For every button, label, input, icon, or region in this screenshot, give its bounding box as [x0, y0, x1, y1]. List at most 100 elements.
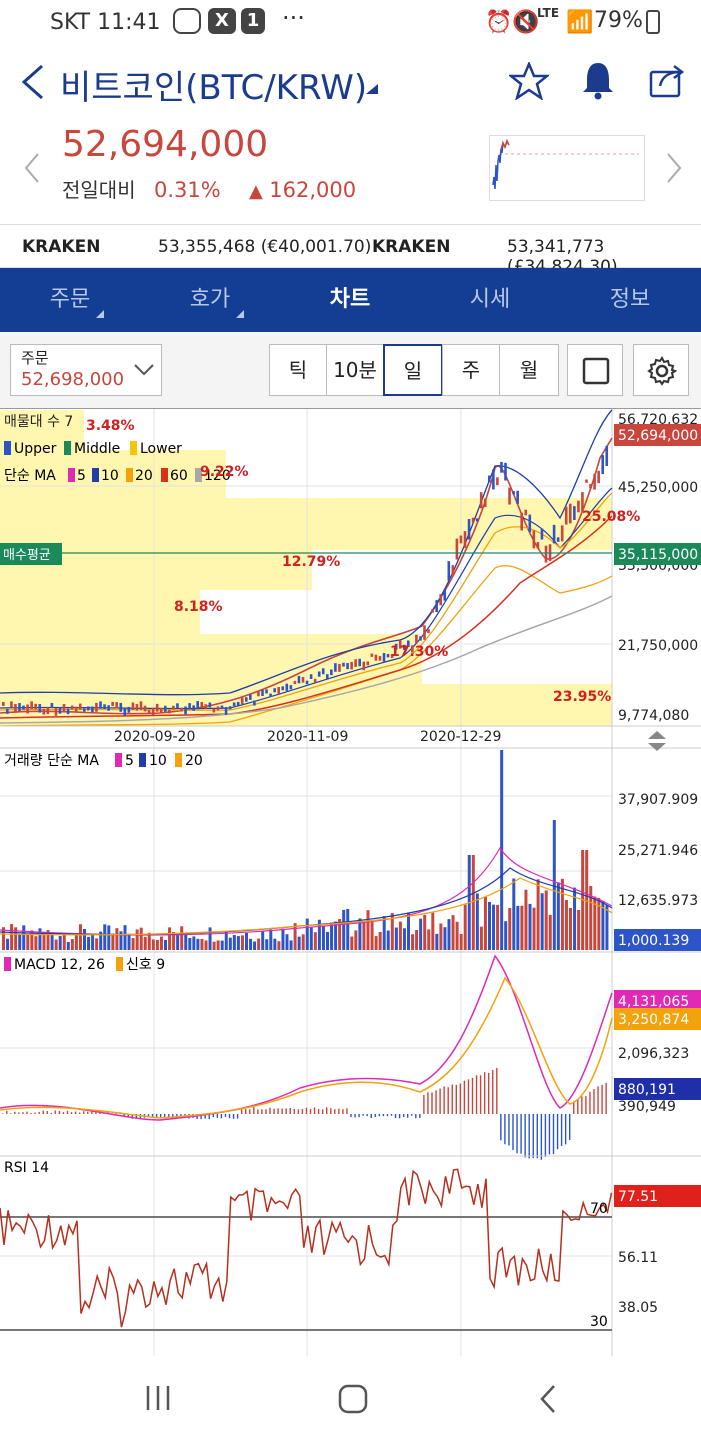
macd-bar [305, 1107, 308, 1114]
macd-bar [62, 1112, 65, 1114]
candle [492, 469, 495, 490]
tab-chart[interactable]: 차트 [280, 268, 420, 332]
macd-bar [415, 1114, 417, 1119]
volume-bar [18, 934, 22, 950]
volume-bar [334, 921, 338, 950]
rsi-line [0, 1168, 613, 1328]
macd-bar [46, 1111, 48, 1114]
candle [87, 706, 90, 711]
back-nav-icon[interactable] [538, 1384, 558, 1414]
period-10min[interactable]: 10분 [326, 344, 384, 396]
bell-icon[interactable] [580, 60, 616, 100]
candle [62, 704, 66, 712]
share-icon[interactable] [648, 62, 686, 98]
vp-pct-2: 9.22% [200, 464, 249, 480]
candle [26, 704, 29, 714]
chart-controls: 주문 52,698,000 틱 10분 일 주 월 [0, 332, 701, 408]
period-month[interactable]: 월 [499, 344, 559, 396]
volume-bar [240, 935, 244, 950]
macd-bar [585, 1096, 587, 1114]
period-day[interactable]: 일 [383, 344, 443, 396]
y-tick: 2,096,323 [618, 1046, 689, 1062]
macd-bar [245, 1108, 247, 1114]
candle [313, 678, 317, 683]
volume-bar [103, 924, 107, 950]
candle [528, 514, 532, 533]
macd-bar [289, 1107, 291, 1114]
candle [103, 704, 106, 710]
volume-bar [301, 934, 305, 950]
candle [50, 702, 54, 708]
volume-bar [107, 925, 111, 950]
gear-icon [647, 356, 677, 386]
back-icon[interactable] [18, 64, 48, 100]
mini-chart[interactable] [489, 135, 645, 201]
fullscreen-button[interactable] [567, 344, 623, 396]
macd-bar [240, 1108, 243, 1114]
candle [382, 653, 386, 662]
candle [552, 524, 556, 544]
x-badge-icon: X [208, 8, 236, 34]
next-icon[interactable] [664, 152, 684, 184]
macd-legend: MACD 12, 26 신호 9 [4, 957, 165, 973]
tab-label: 호가 [189, 287, 231, 312]
chart-area[interactable]: 매수평균 매물대 수 7 Upper Middle Lower 단순 MA 5 … [0, 408, 701, 1358]
macd-bar [427, 1092, 429, 1114]
macd-bar [560, 1114, 563, 1146]
macd-bar [593, 1089, 595, 1114]
vol-ma5-swatch [115, 753, 122, 767]
settings-button[interactable] [633, 344, 689, 396]
candle [439, 594, 442, 606]
tab-market[interactable]: 시세 [420, 268, 560, 332]
candle [168, 709, 171, 714]
volume-legend: 거래량 단순 MA 5 10 20 [4, 753, 203, 769]
change-label: 전일대비 [62, 178, 136, 202]
macd-bar [496, 1067, 498, 1114]
ma20-swatch [126, 468, 133, 482]
volume-bar [411, 934, 415, 950]
candle [459, 535, 463, 544]
volume-bar [87, 936, 91, 950]
candle [135, 704, 139, 711]
volume-bar [463, 904, 467, 950]
recent-apps-icon[interactable] [144, 1384, 172, 1412]
macd-bar [455, 1084, 457, 1114]
candle [544, 545, 548, 563]
candle [147, 709, 151, 714]
kraken-left-value: 53,355,468 (€40,001.70) [158, 237, 372, 257]
prev-icon[interactable] [22, 152, 42, 184]
order-price-select[interactable]: 주문 52,698,000 [10, 344, 162, 396]
macd-bar [488, 1072, 490, 1114]
macd-bar [475, 1075, 478, 1114]
candle [443, 589, 447, 601]
volume-bar [524, 889, 528, 950]
tab-order[interactable]: 주문 [0, 268, 140, 332]
candle [597, 470, 600, 484]
home-icon[interactable] [338, 1384, 368, 1414]
volume-bar [176, 934, 180, 950]
candle [475, 518, 479, 522]
macd-bar [431, 1092, 433, 1114]
volume-bar [220, 940, 224, 950]
candle [216, 706, 220, 711]
exchange-ticker-row: KRAKEN 53,355,468 (€40,001.70) KRAKEN 53… [0, 224, 701, 277]
title-dropdown-icon[interactable] [364, 82, 380, 96]
candle [30, 701, 33, 710]
tab-orderbook[interactable]: 호가 [140, 268, 280, 332]
volume-bar [245, 932, 248, 950]
kraken-left-name: KRAKEN [22, 237, 101, 257]
candle [496, 477, 499, 486]
macd-bar [447, 1087, 449, 1114]
period-week[interactable]: 주 [442, 344, 500, 396]
ma10-swatch [92, 468, 99, 482]
macd-bar [95, 1112, 97, 1114]
star-icon[interactable] [509, 62, 549, 100]
macd-line [0, 954, 613, 1121]
macd-bar [216, 1114, 219, 1118]
period-tick[interactable]: 틱 [269, 344, 327, 396]
macd-bar [512, 1114, 514, 1151]
macd-bar [370, 1114, 372, 1119]
tab-info[interactable]: 정보 [560, 268, 700, 332]
candle [488, 475, 491, 483]
volume-bar [127, 933, 131, 950]
